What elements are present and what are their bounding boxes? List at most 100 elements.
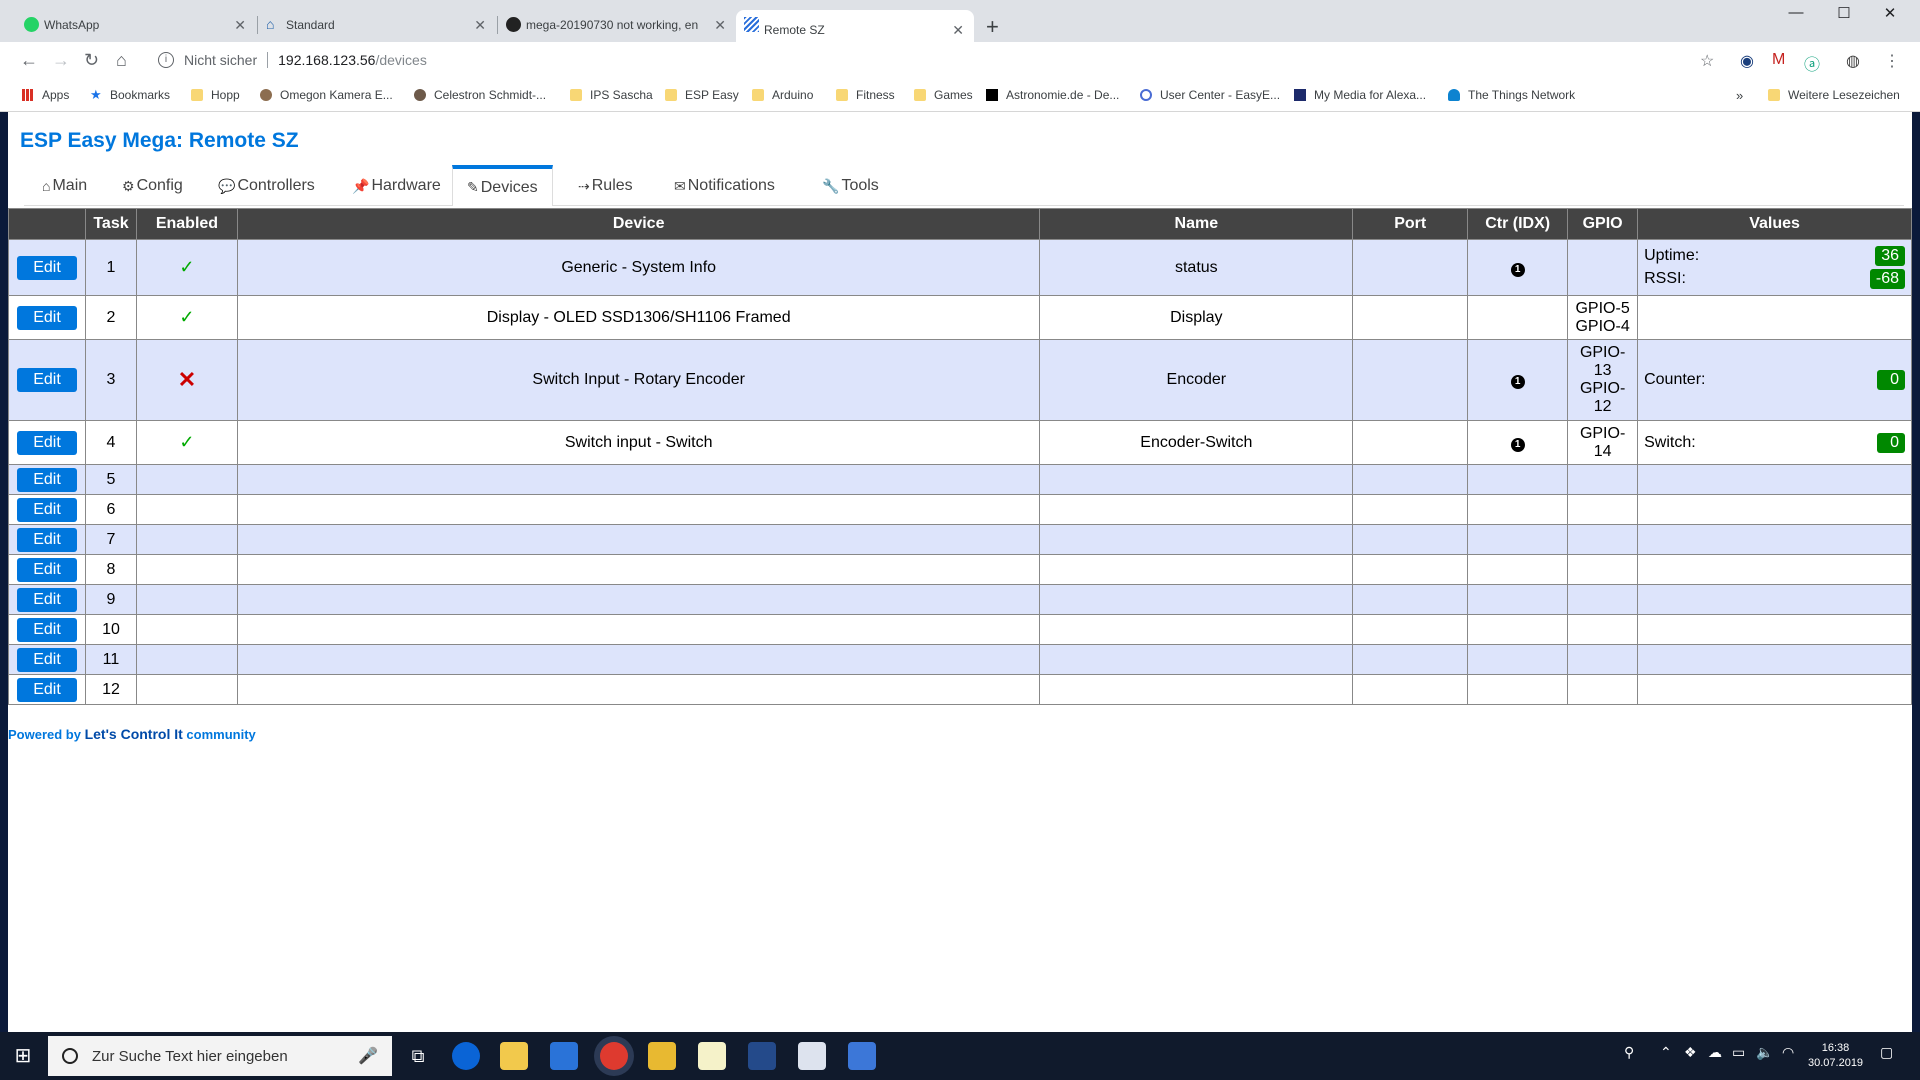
network-app-icon[interactable]	[848, 1042, 876, 1070]
checkmark-icon: ✓	[179, 432, 195, 452]
menu-config[interactable]: ⚙ Config	[108, 166, 197, 206]
close-icon[interactable]: ✕	[474, 17, 486, 34]
info-icon[interactable]: i	[158, 52, 174, 68]
footer-link[interactable]: Let's Control It	[85, 726, 183, 742]
bookmark-bookmarks[interactable]: ★ Bookmarks	[90, 88, 170, 102]
maximize-icon[interactable]: ☐	[1824, 4, 1864, 22]
edit-button[interactable]: Edit	[16, 467, 77, 492]
taskbar-search[interactable]: Zur Suche Text hier eingeben 🎤	[48, 1036, 392, 1076]
edit-button[interactable]: Edit	[16, 305, 77, 330]
task-view-icon[interactable]: ⧉	[404, 1042, 432, 1070]
explorer-icon[interactable]	[500, 1042, 528, 1070]
back-icon[interactable]: ←	[20, 50, 38, 71]
home-app-icon[interactable]	[748, 1042, 776, 1070]
enabled-cell	[135, 464, 238, 495]
dropbox-icon[interactable]: ❖	[1684, 1044, 1697, 1061]
star-icon[interactable]: ☆	[1700, 51, 1714, 71]
menu-controllers[interactable]: 💬 Controllers	[204, 166, 329, 206]
home-icon[interactable]: ⌂	[116, 50, 127, 71]
menu-devices[interactable]: ✎ Devices	[452, 165, 553, 206]
menu-tools[interactable]: 🔧 Tools	[808, 166, 893, 206]
close-icon[interactable]: ✕	[234, 17, 246, 34]
extension-icon[interactable]: ◉	[1740, 51, 1754, 71]
gmail-icon[interactable]: M	[1772, 51, 1785, 69]
profile-icon[interactable]: ◍	[1846, 51, 1860, 71]
gpio-cell	[1567, 644, 1639, 675]
enabled-cell	[135, 614, 238, 645]
windows-start-icon[interactable]: ⊞	[0, 1032, 46, 1080]
menu-rules[interactable]: ⇢ Rules	[564, 166, 647, 206]
more-bookmarks-icon[interactable]: »	[1736, 88, 1743, 103]
edge-icon[interactable]	[452, 1042, 480, 1070]
close-icon[interactable]: ✕	[714, 17, 726, 34]
bookmark-ips-sascha[interactable]: IPS Sascha	[570, 88, 653, 102]
port-cell	[1352, 339, 1469, 421]
edit-button[interactable]: Edit	[16, 255, 77, 280]
bookmark-things-network[interactable]: The Things Network	[1448, 88, 1575, 102]
minimize-icon[interactable]: —	[1776, 4, 1816, 21]
enabled-cell: ✓	[135, 295, 238, 340]
mail-icon[interactable]	[798, 1042, 826, 1070]
address-bar[interactable]: i Nicht sicher 192.168.123.56/devices	[148, 45, 1708, 75]
bookmark-celestron[interactable]: Celestron Schmidt-...	[414, 88, 546, 102]
bookmark-user-center[interactable]: User Center - EasyE...	[1140, 88, 1280, 102]
bookmark-arduino[interactable]: Arduino	[752, 88, 813, 102]
bookmark-my-media[interactable]: My Media for Alexa...	[1294, 88, 1426, 102]
new-tab-icon[interactable]: +	[986, 14, 999, 40]
edit-button[interactable]: Edit	[16, 647, 77, 672]
menu-hardware[interactable]: 📌 Hardware	[338, 166, 455, 206]
close-icon[interactable]: ✕	[952, 22, 964, 39]
edit-button[interactable]: Edit	[16, 617, 77, 642]
edit-button[interactable]: Edit	[16, 677, 77, 702]
edit-button[interactable]: Edit	[16, 557, 77, 582]
values-cell	[1637, 554, 1912, 585]
edit-cell: Edit	[8, 554, 86, 585]
bookmark-astronomie[interactable]: Astronomie.de - De...	[986, 88, 1119, 102]
reload-icon[interactable]: ↻	[84, 50, 99, 71]
bookmark-fitness[interactable]: Fitness	[836, 88, 895, 102]
edit-button[interactable]: Edit	[16, 497, 77, 522]
enabled-cell	[135, 644, 238, 675]
extension-a-icon[interactable]: ⓐ	[1804, 51, 1820, 75]
bookmark-esp-easy[interactable]: ESP Easy	[665, 88, 739, 102]
menu-notifications[interactable]: ✉ Notifications	[660, 166, 789, 206]
device-cell	[236, 674, 1041, 705]
battery-icon[interactable]: ▭	[1732, 1044, 1745, 1061]
folder-icon	[665, 89, 677, 101]
editor-icon[interactable]	[698, 1042, 726, 1070]
edit-button[interactable]: Edit	[16, 368, 77, 392]
port-cell	[1352, 674, 1469, 705]
bookmark-games[interactable]: Games	[914, 88, 973, 102]
bookmark-hopp[interactable]: Hopp	[191, 88, 240, 102]
header-ctr-idx: Ctr (IDX)	[1467, 208, 1569, 240]
edit-button[interactable]: Edit	[16, 430, 77, 455]
bookmark-omegon[interactable]: Omegon Kamera E...	[260, 88, 393, 102]
forward-icon[interactable]: →	[52, 50, 70, 71]
value-row: Counter: 0	[1644, 369, 1905, 392]
bookmark-other[interactable]: Weitere Lesezeichen	[1768, 88, 1900, 102]
onedrive-icon[interactable]: ☁	[1708, 1044, 1722, 1061]
store-icon[interactable]	[550, 1042, 578, 1070]
tab-github[interactable]: mega-20190730 not working, en ✕	[498, 10, 736, 40]
chevron-up-icon[interactable]: ⌃	[1660, 1044, 1672, 1061]
enabled-cell: ✓	[135, 420, 238, 465]
close-window-icon[interactable]: ✕	[1870, 4, 1910, 22]
menu-main[interactable]: ⌂ Main	[28, 166, 101, 206]
notes-icon[interactable]	[648, 1042, 676, 1070]
wifi-icon[interactable]: ◠	[1782, 1044, 1794, 1061]
enabled-cell	[135, 674, 238, 705]
volume-icon[interactable]: 🔈	[1756, 1044, 1773, 1061]
menu-icon[interactable]: ⋮	[1884, 51, 1900, 71]
people-icon[interactable]: ⚲	[1624, 1044, 1634, 1061]
tab-whatsapp[interactable]: WhatsApp ✕	[16, 10, 256, 40]
microphone-icon[interactable]: 🎤	[358, 1046, 378, 1066]
port-cell	[1352, 420, 1469, 465]
tab-standard[interactable]: ⌂ Standard ✕	[258, 10, 496, 40]
clock[interactable]: 16:38 30.07.2019	[1808, 1041, 1863, 1071]
taskbar: ⊞ Zur Suche Text hier eingeben 🎤 ⧉ ⚲ ⌃ ❖…	[0, 1032, 1920, 1080]
notifications-icon[interactable]: ▢	[1880, 1044, 1893, 1061]
chrome-icon[interactable]	[600, 1042, 628, 1070]
edit-button[interactable]: Edit	[16, 587, 77, 612]
bookmark-apps[interactable]: Apps	[22, 88, 69, 102]
edit-button[interactable]: Edit	[16, 527, 77, 552]
